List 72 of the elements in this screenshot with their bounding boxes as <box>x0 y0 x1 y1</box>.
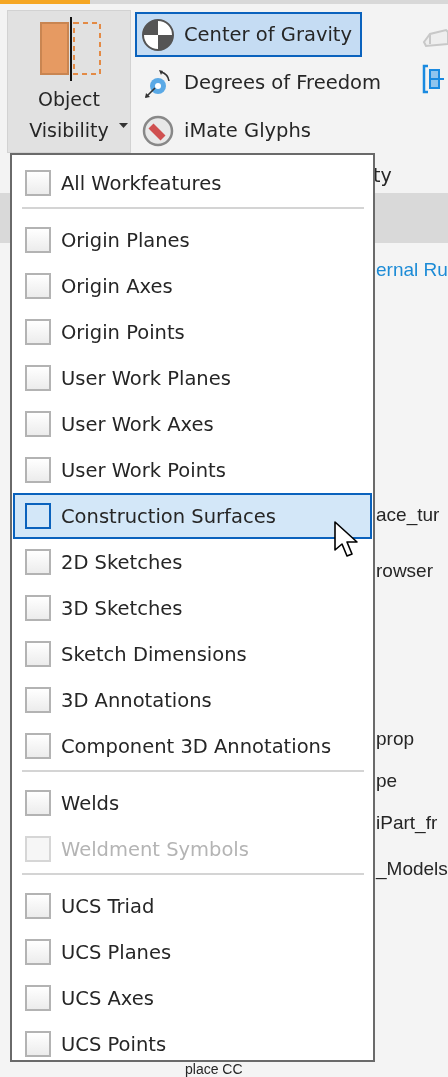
menu-item-label: User Work Axes <box>61 412 214 436</box>
visibility-icon <box>40 16 102 82</box>
browser-node[interactable]: rowser <box>376 556 448 586</box>
browser-node[interactable]: _Models <box>376 854 448 884</box>
panel-label: ty <box>373 163 392 186</box>
menu-item-label: 3D Sketches <box>61 596 183 620</box>
menu-item-label: UCS Triad <box>61 894 155 918</box>
menu-item[interactable]: All Workfeatures <box>13 160 372 206</box>
ribbon-tool-button[interactable]: Degrees of Freedom <box>135 60 391 105</box>
menu-item[interactable]: Component 3D Annotations <box>13 723 372 769</box>
menu-item-label: 2D Sketches <box>61 550 183 574</box>
menu-item-label: UCS Axes <box>61 986 154 1010</box>
menu-item-label: Construction Surfaces <box>61 504 276 528</box>
browser-node[interactable]: ace_tur <box>376 500 448 530</box>
menu-item[interactable]: User Work Axes <box>13 401 372 447</box>
gravity-icon <box>142 18 174 51</box>
menu-item-label: 3D Annotations <box>61 688 212 712</box>
menu-item[interactable]: 3D Sketches <box>13 585 372 631</box>
caret-icon <box>119 123 128 128</box>
menu-item[interactable]: User Work Points <box>13 447 372 493</box>
menu-item-label: All Workfeatures <box>61 171 222 195</box>
menu-item[interactable]: Welds <box>13 780 372 826</box>
menu-item-label: Welds <box>61 791 120 815</box>
menu-item-label: Sketch Dimensions <box>61 642 247 666</box>
checkbox[interactable] <box>25 790 51 816</box>
menu-item[interactable]: Sketch Dimensions <box>13 631 372 677</box>
menu-item-label: UCS Points <box>61 1032 167 1056</box>
browser-node[interactable]: iPart_fr <box>376 808 448 838</box>
object-visibility-button[interactable]: Object Visibility <box>7 10 131 153</box>
checkbox[interactable] <box>25 1031 51 1057</box>
checkbox[interactable] <box>25 411 51 437</box>
checkbox[interactable] <box>25 457 51 483</box>
browser-node[interactable]: place CC <box>185 1062 448 1077</box>
checkbox[interactable] <box>25 319 51 345</box>
menu-item-label: Weldment Symbols <box>61 837 249 861</box>
checkbox[interactable] <box>25 687 51 713</box>
menu-item-label: User Work Planes <box>61 366 231 390</box>
checkbox[interactable] <box>25 170 51 196</box>
menu-item-label: Origin Planes <box>61 228 190 252</box>
checkbox[interactable] <box>25 595 51 621</box>
ribbon-tool-button[interactable]: iMate Glyphs <box>135 108 321 153</box>
checkbox[interactable] <box>25 939 51 965</box>
browser-node[interactable]: prop <box>376 724 448 754</box>
bracket-icon[interactable] <box>422 64 444 94</box>
menu-item-label: Origin Axes <box>61 274 173 298</box>
menu-item[interactable]: Origin Planes <box>13 217 372 263</box>
menu-item-label: Component 3D Annotations <box>61 734 332 758</box>
checkbox[interactable] <box>25 273 51 299</box>
menu-item-label: Origin Points <box>61 320 185 344</box>
checkbox[interactable] <box>25 733 51 759</box>
menu-item[interactable]: UCS Axes <box>13 975 372 1021</box>
menu-item[interactable]: User Work Planes <box>13 355 372 401</box>
checkbox[interactable] <box>25 893 51 919</box>
menu-item[interactable]: UCS Triad <box>13 883 372 929</box>
menu-item[interactable]: Construction Surfaces <box>13 493 372 539</box>
menu-item[interactable]: 2D Sketches <box>13 539 372 585</box>
menu-item-label: UCS Planes <box>61 940 172 964</box>
menu-item-label: User Work Points <box>61 458 226 482</box>
checkbox[interactable] <box>25 503 51 529</box>
pointer-icon <box>333 520 360 560</box>
checkbox[interactable] <box>25 549 51 575</box>
checkbox[interactable] <box>25 641 51 667</box>
menu-item[interactable]: Origin Axes <box>13 263 372 309</box>
menu-item[interactable]: UCS Planes <box>13 929 372 975</box>
menu-item[interactable]: 3D Annotations <box>13 677 372 723</box>
ribbon-tool-button[interactable]: Center of Gravity <box>135 12 363 57</box>
checkbox[interactable] <box>25 985 51 1011</box>
browser-node[interactable]: pe <box>376 766 448 796</box>
glyph-icon <box>142 114 174 147</box>
checkbox[interactable] <box>25 365 51 391</box>
checkbox[interactable] <box>25 227 51 253</box>
menu-item[interactable]: Origin Points <box>13 309 372 355</box>
